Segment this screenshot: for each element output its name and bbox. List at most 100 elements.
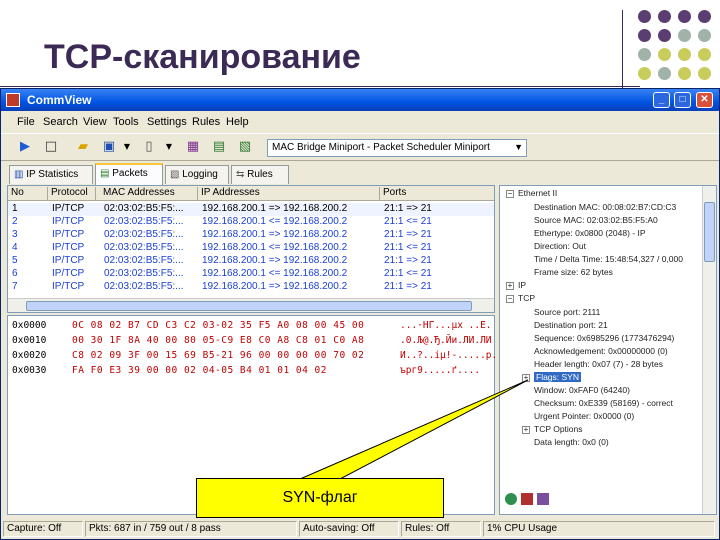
tree-field[interactable]: Time / Delta Time: 15:48:54,327 / 0,000 [534, 254, 683, 264]
decor-dot [638, 67, 651, 80]
decor-dot [678, 67, 691, 80]
cell-no: 3 [12, 229, 18, 240]
tree-field-flags[interactable]: Flags: SYN [534, 372, 581, 382]
chart-icon[interactable] [537, 493, 549, 505]
tree-node-tcp[interactable]: TCP [518, 293, 535, 303]
menu-settings[interactable]: Settings [147, 116, 187, 128]
cell-mac: 02:03:02:B5:F5:... [104, 268, 184, 279]
table-row[interactable]: 4 IP/TCP 02:03:02:B5:F5:... 192.168.200.1 <… [8, 242, 494, 255]
tree-field[interactable]: Sequence: 0x6985296 (1773476294) [534, 333, 674, 343]
new-document-icon[interactable]: ▯ [141, 139, 157, 155]
tab-logging[interactable]: ▧ Logging [165, 165, 229, 184]
cell-ports: 21:1 <= 21 [384, 242, 432, 253]
tree-field[interactable]: Checksum: 0xE339 (58169) - correct [534, 398, 673, 408]
open-folder-icon[interactable]: ▰ [75, 139, 91, 155]
packet-list-scrollbar[interactable] [8, 298, 494, 312]
tree-field[interactable]: Window: 0xFAF0 (64240) [534, 385, 630, 395]
tree-node-tcp-options[interactable]: TCP Options [534, 424, 583, 434]
collapse-icon[interactable]: − [506, 190, 514, 198]
tab-label: Logging [182, 169, 218, 180]
minimize-button[interactable]: _ [653, 92, 670, 108]
save-dropdown-icon[interactable]: ▼ [119, 139, 135, 155]
detail-scrollbar[interactable] [702, 186, 716, 514]
adapter-select[interactable]: MAC Bridge Miniport - Packet Scheduler M… [267, 139, 527, 157]
hex-offset: 0x0020 [12, 350, 47, 361]
window-title: CommView [27, 93, 92, 107]
table-row[interactable]: 6 IP/TCP 02:03:02:B5:F5:... 192.168.200.1 <… [8, 268, 494, 281]
tree-field[interactable]: Urgent Pointer: 0x0000 (0) [534, 411, 634, 421]
menu-search[interactable]: Search [43, 116, 78, 128]
rules-edit-icon[interactable]: ▧ [237, 139, 253, 155]
tree-field[interactable]: Destination port: 21 [534, 320, 608, 330]
expand-icon[interactable]: + [522, 374, 530, 382]
stats-icon[interactable]: ▦ [185, 139, 201, 155]
stop-icon[interactable]: □ [43, 139, 59, 155]
table-icon[interactable] [521, 493, 533, 505]
decor-dot [658, 48, 671, 61]
logging-icon: ▧ [170, 169, 183, 180]
table-row[interactable]: 5 IP/TCP 02:03:02:B5:F5:... 192.168.200.1 =… [8, 255, 494, 268]
toolbar: ▶ □ ▰ ▣ ▼ ▯ ▼ ▦ ▤ ▧ MAC Bridge Miniport … [1, 133, 719, 161]
menu-view[interactable]: View [83, 116, 107, 128]
expand-icon[interactable]: + [506, 282, 514, 290]
rules-icon: ⇆ [236, 169, 248, 180]
chevron-down-icon[interactable]: ▼ [514, 142, 523, 152]
table-row[interactable]: 1 IP/TCP 02:03:02:B5:F5:... 192.168.200.1 =… [8, 203, 494, 216]
tree-field[interactable]: Source MAC: 02:03:02:B5:F5:A0 [534, 215, 658, 225]
table-row[interactable]: 7 IP/TCP 02:03:02:B5:F5:... 192.168.200.1 =… [8, 281, 494, 294]
play-icon[interactable]: ▶ [17, 139, 33, 155]
menu-file[interactable]: File [17, 116, 35, 128]
column-header-protocol[interactable]: Protocol [48, 187, 96, 201]
cell-protocol: IP/TCP [52, 216, 85, 227]
menu-rules[interactable]: Rules [192, 116, 220, 128]
decor-dot [678, 29, 691, 42]
cell-no: 6 [12, 268, 18, 279]
cell-mac: 02:03:02:B5:F5:... [104, 229, 184, 240]
users-icon[interactable] [505, 493, 517, 505]
hex-bytes: FA F0 E3 39 00 00 02 04-05 B4 01 01 04 0… [72, 365, 327, 376]
cell-ip: 192.168.200.1 <= 192.168.200.2 [202, 242, 348, 253]
slide-title: TCP-сканирование [44, 38, 361, 76]
maximize-button[interactable]: □ [674, 92, 691, 108]
expand-icon[interactable]: + [522, 426, 530, 434]
commview-window: CommView _ □ ✕ File Search View Tools Se… [0, 88, 720, 540]
tree-field[interactable]: Acknowledgement: 0x00000000 (0) [534, 346, 668, 356]
decor-vertical-line [622, 10, 623, 90]
tree-node-ip[interactable]: IP [518, 280, 526, 290]
table-row[interactable]: 2 IP/TCP 02:03:02:B5:F5:... 192.168.200.1 <… [8, 216, 494, 229]
tree-field[interactable]: Direction: Out [534, 241, 586, 251]
tab-rules[interactable]: ⇆ Rules [231, 165, 289, 184]
tree-node-ethernet[interactable]: Ethernet II [518, 188, 557, 198]
scrollbar-thumb[interactable] [704, 202, 715, 262]
cell-ip: 192.168.200.1 => 192.168.200.2 [202, 281, 348, 292]
save-icon[interactable]: ▣ [101, 139, 117, 155]
tab-ip-statistics[interactable]: ▥ IP Statistics [9, 165, 93, 184]
column-header-mac[interactable]: MAC Addresses [100, 187, 198, 201]
cell-ports: 21:1 <= 21 [384, 216, 432, 227]
tab-packets[interactable]: ▤ Packets [95, 163, 163, 185]
table-row[interactable]: 3 IP/TCP 02:03:02:B5:F5:... 192.168.200.1 =… [8, 229, 494, 242]
column-header-no[interactable]: No [8, 187, 48, 201]
column-header-ports[interactable]: Ports [380, 187, 492, 201]
tree-field[interactable]: Frame size: 62 bytes [534, 267, 613, 277]
tree-field[interactable]: Data length: 0x0 (0) [534, 437, 609, 447]
status-bar: Capture: Off Pkts: 687 in / 759 out / 8 … [1, 519, 719, 539]
document-dropdown-icon[interactable]: ▼ [161, 139, 177, 155]
cell-ports: 21:1 => 21 [384, 255, 432, 266]
status-cpu: 1% CPU Usage [483, 521, 715, 537]
tree-field[interactable]: Destination MAC: 00:08:02:B7:CD:C3 [534, 202, 676, 212]
window-titlebar[interactable]: CommView _ □ ✕ [1, 89, 719, 111]
tree-field[interactable]: Ethertype: 0x0800 (2048) - IP [534, 228, 646, 238]
tree-field[interactable]: Header length: 0x07 (7) - 28 bytes [534, 359, 663, 369]
filter-icon[interactable]: ▤ [211, 139, 227, 155]
menu-help[interactable]: Help [226, 116, 249, 128]
scrollbar-thumb[interactable] [26, 301, 472, 311]
cell-ip: 192.168.200.1 <= 192.168.200.2 [202, 216, 348, 227]
tree-field[interactable]: Source port: 2111 [534, 307, 600, 317]
close-button[interactable]: ✕ [696, 92, 713, 108]
view-icons [501, 493, 561, 509]
collapse-icon[interactable]: − [506, 295, 514, 303]
syn-flag-callout: SYN-флаг [196, 478, 444, 518]
column-header-ip[interactable]: IP Addresses [198, 187, 380, 201]
menu-tools[interactable]: Tools [113, 116, 139, 128]
